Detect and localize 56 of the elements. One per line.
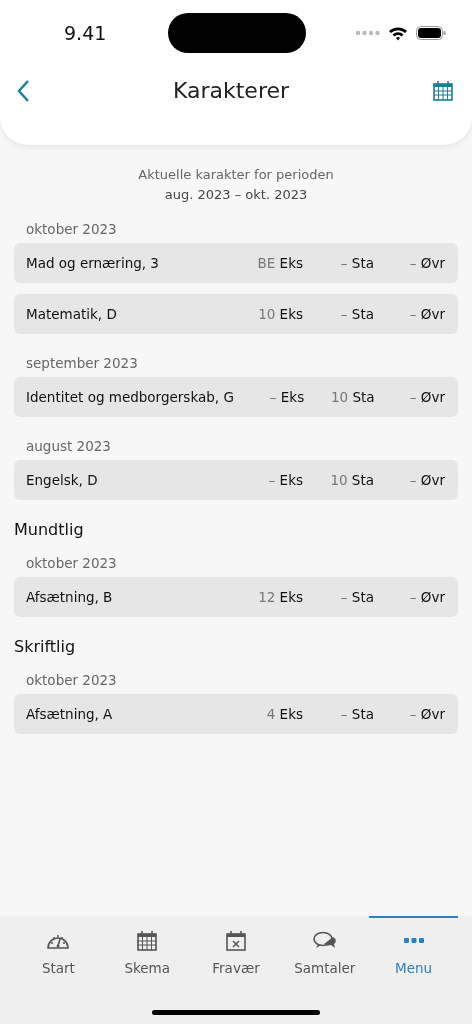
back-chevron-icon bbox=[16, 78, 30, 103]
month-label: august 2023 bbox=[25, 437, 112, 456]
grade-entry: – Sta bbox=[340, 255, 374, 271]
grade-entry: 12 Eks bbox=[258, 589, 303, 605]
page-title: Karakterer bbox=[171, 78, 291, 103]
period-range: aug. 2023 – okt. 2023 bbox=[163, 186, 309, 204]
grade-row[interactable]: Identitet og medborgerskab, G – Eks 10 Sta – Øvr bbox=[14, 377, 458, 417]
tab-item[interactable]: Samtaler bbox=[280, 916, 370, 978]
month-label: oktober 2023 bbox=[25, 220, 118, 239]
back-button[interactable] bbox=[16, 78, 30, 103]
tab-item[interactable]: Start bbox=[14, 916, 103, 978]
tab-item[interactable]: Fravær bbox=[191, 916, 281, 978]
grade-row[interactable]: Engelsk, D – Eks 10 Sta – Øvr bbox=[14, 460, 458, 500]
grade-entry: – Øvr bbox=[409, 306, 445, 322]
wifi-icon bbox=[388, 25, 408, 41]
month-label: september 2023 bbox=[25, 354, 139, 373]
subject-name: Afsætning, A bbox=[26, 706, 114, 722]
grade-entry: 10 Sta bbox=[331, 389, 375, 405]
calendar-cross-icon bbox=[225, 930, 247, 952]
subject-name: Matematik, D bbox=[26, 306, 118, 322]
month-label: oktober 2023 bbox=[25, 671, 118, 690]
month-label: oktober 2023 bbox=[25, 554, 118, 573]
grade-row[interactable]: Mad og ernæring, 3 BE Eks – Sta – Øvr bbox=[14, 243, 458, 283]
grade-entry: 10 Sta bbox=[330, 472, 374, 488]
period-caption: Aktuelle karakter for perioden bbox=[137, 166, 335, 184]
calendar-icon bbox=[136, 930, 159, 952]
grade-entry: BE Eks bbox=[257, 255, 303, 271]
tab-item[interactable]: Menu bbox=[369, 916, 458, 978]
subject-name: Mad og ernæring, 3 bbox=[26, 255, 160, 271]
calendar-button[interactable] bbox=[432, 79, 454, 102]
signal-icon bbox=[356, 31, 380, 35]
battery-icon bbox=[416, 26, 446, 40]
subject-name: Identitet og medborgerskab, G bbox=[26, 389, 234, 405]
grade-entry: – Eks bbox=[269, 389, 305, 405]
section-heading: Mundtlig bbox=[14, 520, 85, 539]
grade-row[interactable]: Afsætning, A 4 Eks – Sta – Øvr bbox=[14, 694, 458, 734]
grade-entry: 4 Eks bbox=[266, 706, 303, 722]
grade-entry: – Øvr bbox=[409, 706, 445, 722]
more-icon bbox=[402, 937, 425, 945]
grade-entry: – Øvr bbox=[409, 389, 445, 405]
grade-entry: – Øvr bbox=[409, 255, 445, 271]
grade-entry: 10 Eks bbox=[258, 306, 303, 322]
grade-entry: – Sta bbox=[340, 706, 374, 722]
grade-entry: – Øvr bbox=[409, 472, 445, 488]
grade-entry: – Sta bbox=[340, 306, 374, 322]
calendar-icon bbox=[432, 79, 454, 102]
status-time: 9.41 bbox=[64, 22, 108, 44]
grade-row[interactable]: Afsætning, B 12 Eks – Sta – Øvr bbox=[14, 577, 458, 617]
section-heading: Skriftlig bbox=[14, 637, 77, 656]
grade-row[interactable]: Matematik, D 10 Eks – Sta – Øvr bbox=[14, 294, 458, 334]
subject-name: Engelsk, D bbox=[26, 472, 99, 488]
grade-entry: – Sta bbox=[340, 589, 374, 605]
grade-entry: – Øvr bbox=[409, 589, 445, 605]
subject-name: Afsætning, B bbox=[26, 589, 114, 605]
tab-item[interactable]: Skema bbox=[102, 916, 192, 978]
grade-entry: – Eks bbox=[268, 472, 303, 488]
